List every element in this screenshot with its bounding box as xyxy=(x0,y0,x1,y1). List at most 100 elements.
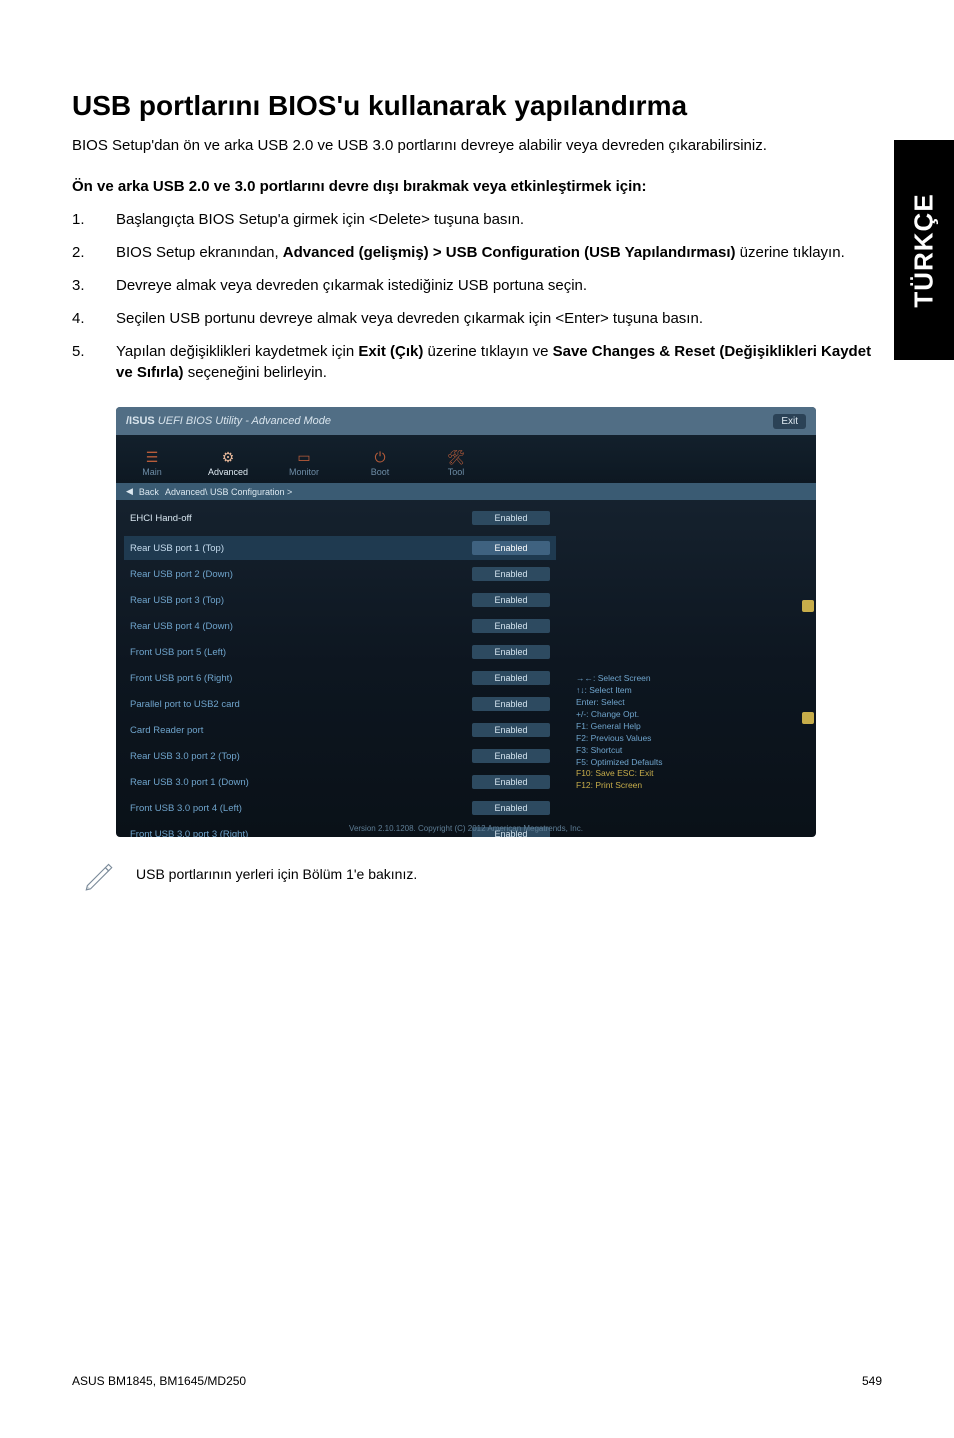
help-line: F5: Optimized Defaults xyxy=(576,757,662,769)
bios-tab-main-label: Main xyxy=(142,467,162,477)
bios-row[interactable]: Parallel port to USB2 card Enabled xyxy=(124,692,556,716)
step-5-text-c: üzerine tıklayın ve xyxy=(423,343,552,360)
bios-row[interactable]: Front USB 3.0 port 4 (Left) Enabled xyxy=(124,796,556,820)
bios-help-panel: →←: Select Screen ↑↓: Select Item Enter:… xyxy=(564,500,816,822)
bios-row[interactable]: Rear USB 3.0 port 1 (Down) Enabled xyxy=(124,770,556,794)
step-4: Seçilen USB portunu devreye almak veya d… xyxy=(72,308,882,329)
bios-tab-row: ☰ Main ⚙ Advanced ▭ Monitor ⏻ Boot 🛠 Too… xyxy=(116,435,816,483)
bios-tab-advanced[interactable]: ⚙ Advanced xyxy=(200,449,256,483)
bios-row-label: Rear USB port 2 (Down) xyxy=(130,569,233,580)
bios-tab-advanced-label: Advanced xyxy=(208,467,248,477)
step-2: BIOS Setup ekranından, Advanced (gelişmi… xyxy=(72,242,882,263)
bios-row-label: Parallel port to USB2 card xyxy=(130,699,240,710)
steps-list: Başlangıçta BIOS Setup'a girmek için <De… xyxy=(72,209,882,383)
bios-row-value[interactable]: Enabled xyxy=(472,593,550,607)
step-5: Yapılan değişiklikleri kaydetmek için Ex… xyxy=(72,341,882,383)
help-line: F1: General Help xyxy=(576,721,662,733)
bios-version-footer: Version 2.10.1208. Copyright (C) 2012 Am… xyxy=(116,824,816,833)
bios-row-label: Card Reader port xyxy=(130,725,203,736)
bios-row-value[interactable]: Enabled xyxy=(472,511,550,525)
bios-scrollbar[interactable] xyxy=(802,600,814,750)
bios-row-label: Rear USB port 3 (Top) xyxy=(130,595,224,606)
power-icon: ⏻ xyxy=(370,449,390,465)
bios-row-value[interactable]: Enabled xyxy=(472,801,550,815)
bios-tab-tool-label: Tool xyxy=(448,467,465,477)
monitor-icon: ▭ xyxy=(294,449,314,465)
bios-row-value[interactable]: Enabled xyxy=(472,541,550,555)
page-content: USB portlarını BIOS'u kullanarak yapılan… xyxy=(0,0,954,1438)
bios-row-value[interactable]: Enabled xyxy=(472,723,550,737)
bios-tab-boot[interactable]: ⏻ Boot xyxy=(352,449,408,483)
step-5-text-e: seçeneğini belirleyin. xyxy=(184,364,327,381)
bios-row-value[interactable]: Enabled xyxy=(472,775,550,789)
bios-row-label: Rear USB 3.0 port 1 (Down) xyxy=(130,777,249,788)
bios-help-text: →←: Select Screen ↑↓: Select Item Enter:… xyxy=(576,673,662,792)
bios-tab-monitor[interactable]: ▭ Monitor xyxy=(276,449,332,483)
bios-row-value[interactable]: Enabled xyxy=(472,567,550,581)
step-5-text-a: Yapılan değişiklikleri kaydetmek için xyxy=(116,343,358,360)
scroll-down-icon[interactable] xyxy=(802,712,814,724)
help-line: F3: Shortcut xyxy=(576,745,662,757)
bios-row-value[interactable]: Enabled xyxy=(472,749,550,763)
bios-crumb-path: Advanced\ USB Configuration > xyxy=(165,487,292,497)
tool-icon: 🛠 xyxy=(446,449,466,465)
bios-row[interactable]: EHCI Hand-off Enabled xyxy=(124,506,556,530)
bios-tab-main[interactable]: ☰ Main xyxy=(124,449,180,483)
bios-exit-button[interactable]: Exit xyxy=(773,414,806,429)
bios-row-label: Rear USB port 1 (Top) xyxy=(130,543,224,554)
bios-row[interactable]: Rear USB port 4 (Down) Enabled xyxy=(124,614,556,638)
bios-topbar: /ISUS UEFI BIOS Utility - Advanced Mode … xyxy=(116,407,816,435)
bios-row[interactable]: Rear USB port 2 (Down) Enabled xyxy=(124,562,556,586)
help-line: F10: Save ESC: Exit xyxy=(576,768,662,780)
bios-row-selected[interactable]: Rear USB port 1 (Top) Enabled xyxy=(124,536,556,560)
bios-tab-monitor-label: Monitor xyxy=(289,467,319,477)
bios-tab-boot-label: Boot xyxy=(371,467,390,477)
step-1: Başlangıçta BIOS Setup'a girmek için <De… xyxy=(72,209,882,230)
help-line: ↑↓: Select Item xyxy=(576,685,662,697)
bios-row[interactable]: Rear USB port 3 (Top) Enabled xyxy=(124,588,556,612)
step-2-text-c: üzerine tıklayın. xyxy=(736,244,845,261)
bios-row-label: Front USB port 6 (Right) xyxy=(130,673,232,684)
bios-row-label: EHCI Hand-off xyxy=(130,513,192,524)
step-2-bold: Advanced (gelişmiş) > USB Configuration … xyxy=(283,244,736,261)
footer-page-number: 549 xyxy=(862,1374,882,1388)
bios-back-label[interactable]: Back xyxy=(139,487,159,497)
help-line: →←: Select Screen xyxy=(576,673,662,685)
page-footer: ASUS BM1845, BM1645/MD250 549 xyxy=(72,1374,882,1388)
bios-row[interactable]: Rear USB 3.0 port 2 (Top) Enabled xyxy=(124,744,556,768)
bios-row[interactable]: Card Reader port Enabled xyxy=(124,718,556,742)
bios-settings-panel: EHCI Hand-off Enabled Rear USB port 1 (T… xyxy=(116,500,564,822)
back-arrow-icon[interactable]: ◀ xyxy=(126,486,133,497)
scroll-up-icon[interactable] xyxy=(802,600,814,612)
help-line: F2: Previous Values xyxy=(576,733,662,745)
note-row: USB portlarının yerleri için Bölüm 1'e b… xyxy=(82,857,882,891)
bios-row[interactable]: Front USB port 6 (Right) Enabled xyxy=(124,666,556,690)
bios-body: EHCI Hand-off Enabled Rear USB port 1 (T… xyxy=(116,500,816,822)
bios-row-label: Front USB 3.0 port 4 (Left) xyxy=(130,803,242,814)
help-line: Enter: Select xyxy=(576,697,662,709)
footer-model: ASUS BM1845, BM1645/MD250 xyxy=(72,1374,246,1388)
bios-breadcrumb: ◀ Back Advanced\ USB Configuration > xyxy=(116,483,816,500)
bios-row-value[interactable]: Enabled xyxy=(472,645,550,659)
note-text: USB portlarının yerleri için Bölüm 1'e b… xyxy=(136,866,417,882)
help-line: +/-: Change Opt. xyxy=(576,709,662,721)
bios-row-label: Rear USB port 4 (Down) xyxy=(130,621,233,632)
bios-row[interactable]: Front USB port 5 (Left) Enabled xyxy=(124,640,556,664)
page-title: USB portlarını BIOS'u kullanarak yapılan… xyxy=(72,90,882,122)
bios-row-value[interactable]: Enabled xyxy=(472,671,550,685)
procedure-subheading: Ön ve arka USB 2.0 ve 3.0 portlarını dev… xyxy=(72,178,882,195)
bios-row-value[interactable]: Enabled xyxy=(472,619,550,633)
bios-row-label: Rear USB 3.0 port 2 (Top) xyxy=(130,751,240,762)
bios-row-value[interactable]: Enabled xyxy=(472,697,550,711)
step-2-text-a: BIOS Setup ekranından, xyxy=(116,244,283,261)
bios-utility-title: /ISUS UEFI BIOS Utility - Advanced Mode xyxy=(126,415,331,427)
list-icon: ☰ xyxy=(142,449,162,465)
bios-screenshot: /ISUS UEFI BIOS Utility - Advanced Mode … xyxy=(116,407,816,837)
intro-paragraph: BIOS Setup'dan ön ve arka USB 2.0 ve USB… xyxy=(72,136,882,156)
step-3: Devreye almak veya devreden çıkarmak ist… xyxy=(72,275,882,296)
bios-row-label: Front USB port 5 (Left) xyxy=(130,647,226,658)
step-5-bold-b: Exit (Çık) xyxy=(358,343,423,360)
gear-icon: ⚙ xyxy=(218,449,238,465)
pencil-icon xyxy=(82,857,116,891)
bios-tab-tool[interactable]: 🛠 Tool xyxy=(428,449,484,483)
